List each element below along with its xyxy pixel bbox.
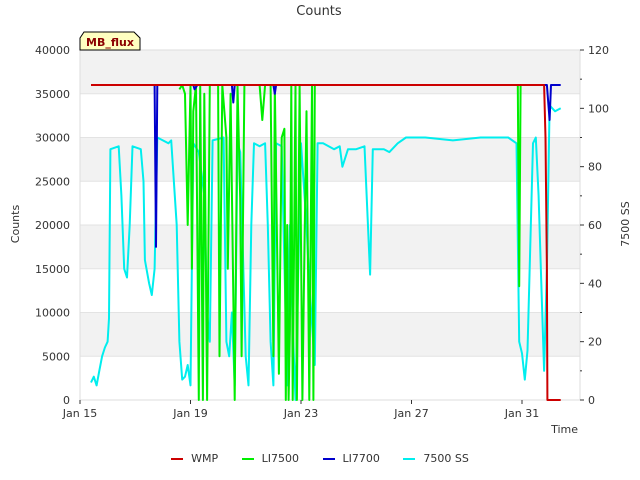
x-axis-label: Time bbox=[550, 423, 578, 436]
y-axis-label-right: 7500 SS bbox=[619, 201, 632, 246]
y-tick-label-left: 35000 bbox=[35, 88, 70, 101]
y-tick-label-left: 5000 bbox=[42, 350, 70, 363]
y-tick-label-right: 40 bbox=[588, 277, 602, 290]
grid-band bbox=[80, 312, 580, 357]
legend-item-li7500: LI7500 bbox=[241, 452, 300, 465]
x-tick-label: Jan 27 bbox=[393, 407, 428, 420]
y-tick-label-right: 20 bbox=[588, 336, 602, 349]
mb-flux-badge: MB_flux bbox=[79, 31, 141, 51]
y-tick-label-right: 80 bbox=[588, 161, 602, 174]
x-tick-label: Jan 23 bbox=[283, 407, 318, 420]
legend-label-li7700: LI7700 bbox=[342, 452, 380, 465]
legend-swatch-li7700 bbox=[322, 458, 335, 460]
legend-label-7500ss: 7500 SS bbox=[423, 452, 469, 465]
legend-item-7500ss: 7500 SS bbox=[403, 452, 469, 465]
y-tick-label-left: 40000 bbox=[35, 44, 70, 57]
y-tick-label-left: 0 bbox=[63, 394, 70, 407]
legend-swatch-7500ss bbox=[403, 458, 416, 460]
x-tick-label: Jan 19 bbox=[172, 407, 207, 420]
legend-swatch-li7500 bbox=[241, 458, 254, 460]
y-tick-label-left: 20000 bbox=[35, 219, 70, 232]
legend-item-wmp: WMP bbox=[171, 452, 218, 465]
y-tick-label-right: 100 bbox=[588, 102, 609, 115]
y-axis-right: 0 20 40 60 80 100 120 bbox=[580, 44, 609, 407]
y-tick-label-left: 30000 bbox=[35, 132, 70, 145]
y-tick-label-left: 15000 bbox=[35, 263, 70, 276]
y-axis-label-left: Counts bbox=[9, 205, 22, 244]
y-tick-label-right: 0 bbox=[588, 394, 595, 407]
legend: WMP LI7500 LI7700 7500 SS bbox=[0, 452, 640, 465]
x-axis: Jan 15 Jan 19 Jan 23 Jan 27 Jan 31 bbox=[62, 400, 539, 420]
legend-item-li7700: LI7700 bbox=[322, 452, 380, 465]
y-tick-label-left: 25000 bbox=[35, 175, 70, 188]
y-tick-label-right: 60 bbox=[588, 219, 602, 232]
mb-flux-badge-label: MB_flux bbox=[86, 36, 134, 49]
chart-title: Counts bbox=[296, 4, 342, 19]
legend-swatch-wmp bbox=[171, 458, 184, 460]
y-tick-label-left: 10000 bbox=[35, 307, 70, 320]
chart-svg: 0 5000 10000 15000 20000 25000 30000 35000 40000… bbox=[9, 4, 632, 436]
y-axis-left: 0 5000 10000 15000 20000 25000 30000 35000 40000 bbox=[35, 44, 70, 407]
y-tick-label-right: 120 bbox=[588, 44, 609, 57]
legend-label-li7500: LI7500 bbox=[261, 452, 300, 465]
legend-label-wmp: WMP bbox=[191, 452, 219, 465]
x-tick-label: Jan 31 bbox=[504, 407, 539, 420]
x-tick-label: Jan 15 bbox=[62, 407, 97, 420]
